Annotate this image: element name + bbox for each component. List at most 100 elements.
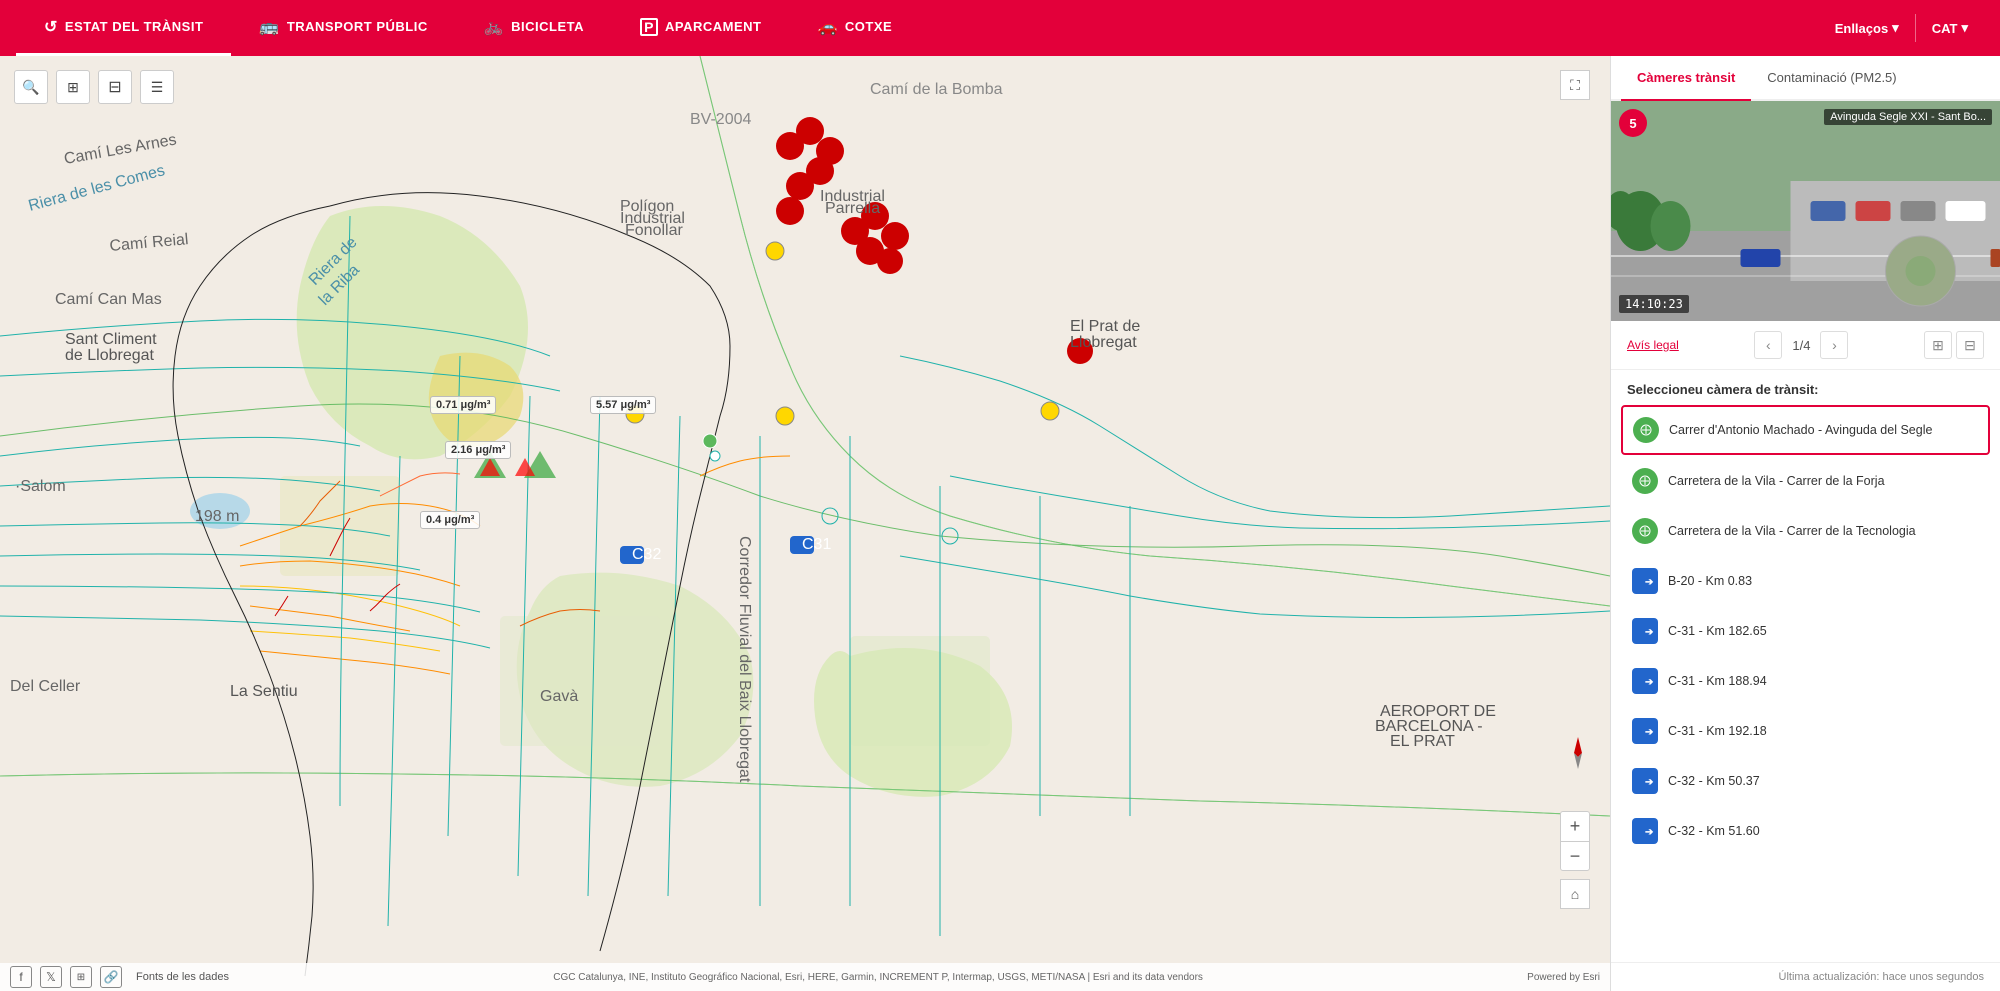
view-toggle: ⊞ ⊟ (1924, 331, 1984, 359)
transport-public-label: TRANSPORT PÚBLIC (287, 19, 428, 34)
camera-list-item[interactable]: Carretera de la Vila - Carrer de la Forj… (1621, 457, 1990, 505)
link-icon-button[interactable]: 🔗 (100, 966, 122, 988)
estat-transit-label: ESTAT DEL TRÀNSIT (65, 19, 204, 34)
camera-name: Carrer d'Antonio Machado - Avinguda del … (1669, 423, 1932, 437)
right-panel: › Càmeres trànsit Contaminació (PM2.5) (1610, 56, 2000, 991)
grid-tool-button[interactable]: ⊟ (98, 70, 132, 104)
links-label: Enllaços (1835, 21, 1888, 36)
camera-list-item[interactable]: ➔ C-31 - Km 182.65 (1621, 607, 1990, 655)
svg-text:➔: ➔ (1645, 727, 1654, 738)
camera-name: C-32 - Km 50.37 (1668, 774, 1760, 788)
status-bar: Última actualización: hace unos segundos (1611, 962, 2000, 991)
camera-name: C-31 - Km 182.65 (1668, 624, 1767, 638)
expand-icon: ⛶ (1570, 77, 1580, 94)
camera-name: Carretera de la Vila - Carrer de la Tecn… (1668, 524, 1916, 538)
nav-item-transport-public[interactable]: 🚌 TRANSPORT PÚBLIC (231, 0, 455, 56)
bicicleta-label: BICICLETA (511, 19, 584, 34)
svg-text:➔: ➔ (1645, 827, 1654, 838)
camera-list-item[interactable]: ➔ C-32 - Km 50.37 (1621, 757, 1990, 805)
svg-text:BV-2004: BV-2004 (690, 111, 751, 128)
page-indicator: 1/4 (1792, 338, 1810, 353)
social-icons: f 𝕏 ⊞ 🔗 Fonts de les dades (10, 966, 229, 988)
nav-item-aparcament[interactable]: P APARCAMENT (612, 0, 789, 56)
camera-select-label: Seleccioneu càmera de trànsit: (1627, 382, 1818, 397)
map-area[interactable]: C31 C32 Sant Climent de Llobregat El Pra… (0, 56, 1610, 991)
camera-list-item[interactable]: ➔ B-20 - Km 0.83 (1621, 557, 1990, 605)
svg-text:Parrella: Parrella (825, 200, 880, 217)
svg-text:➔: ➔ (1645, 677, 1654, 688)
camera-list-item[interactable]: Carretera de la Vila - Carrer de la Tecn… (1621, 507, 1990, 555)
pm-label-1: 0.71 μg/m³ (430, 396, 496, 414)
layers-tool-button[interactable]: ⊞ (56, 70, 90, 104)
nav-item-estat-transit[interactable]: ↺ ESTAT DEL TRÀNSIT (16, 0, 231, 56)
camera-list-item[interactable]: Carrer d'Antonio Machado - Avinguda del … (1621, 405, 1990, 455)
svg-text:Llobregat: Llobregat (1070, 334, 1137, 351)
tab-contamination[interactable]: Contaminació (PM2.5) (1751, 56, 1912, 101)
search-tool-button[interactable]: 🔍 (14, 70, 48, 104)
camera-select-section: Seleccioneu càmera de trànsit: (1611, 370, 2000, 405)
legend-icon: ☰ (151, 79, 164, 96)
camera-title: Avinguda Segle XXI - Sant Bo... (1824, 109, 1992, 125)
camera-list-item[interactable]: ➔ C-31 - Km 188.94 (1621, 657, 1990, 705)
camera-preview: 5 Avinguda Segle XXI - Sant Bo... 14:10:… (1611, 101, 2000, 321)
map-credits: CGC Catalunya, INE, Instituto Geográfico… (553, 972, 1203, 983)
pm-label-2: 5.57 μg/m³ (590, 396, 656, 414)
svg-text:Gavà: Gavà (540, 688, 578, 705)
next-page-button[interactable]: › (1820, 331, 1848, 359)
camera-name: B-20 - Km 0.83 (1668, 574, 1752, 588)
tab-cameras[interactable]: Càmeres trànsit (1621, 56, 1751, 101)
svg-text:Sant Climent: Sant Climent (65, 331, 157, 348)
compass (1566, 735, 1590, 771)
estat-transit-icon: ↺ (44, 17, 58, 37)
zoom-controls: + − (1560, 811, 1590, 871)
list-view-button[interactable]: ⊞ (1924, 331, 1952, 359)
nav-item-bicicleta[interactable]: 🚲 BICICLETA (456, 0, 612, 56)
topnav: ↺ ESTAT DEL TRÀNSIT 🚌 TRANSPORT PÚBLIC 🚲… (0, 0, 2000, 56)
qr-icon-button[interactable]: ⊞ (70, 966, 92, 988)
lang-chevron-icon: ▾ (1961, 20, 1968, 36)
home-button[interactable]: ⌂ (1560, 879, 1590, 909)
legend-tool-button[interactable]: ☰ (140, 70, 174, 104)
twitter-icon-button[interactable]: 𝕏 (40, 966, 62, 988)
grid-view-button[interactable]: ⊟ (1956, 331, 1984, 359)
powered-by: Powered by Esri (1527, 972, 1600, 983)
transport-public-icon: 🚌 (259, 17, 279, 37)
camera-logo: 5 (1619, 109, 1647, 137)
camera-timestamp: 14:10:23 (1619, 295, 1689, 313)
lang-label: CAT (1932, 21, 1958, 36)
layers-icon: ⊞ (67, 79, 79, 96)
facebook-icon-button[interactable]: f (10, 966, 32, 988)
svg-text:Camí Can Mas: Camí Can Mas (55, 291, 162, 308)
aparcament-label: APARCAMENT (665, 19, 761, 34)
camera-image (1611, 101, 2000, 321)
home-icon: ⌂ (1571, 886, 1579, 902)
svg-text:El Prat de: El Prat de (1070, 318, 1140, 335)
bicicleta-icon: 🚲 (484, 17, 504, 37)
zoom-in-button[interactable]: + (1560, 811, 1590, 841)
svg-text:➔: ➔ (1645, 627, 1654, 638)
legal-link[interactable]: Avís legal (1627, 338, 1679, 352)
nav-lang[interactable]: CAT ▾ (1916, 20, 1984, 36)
camera-list-item[interactable]: ➔ C-31 - Km 192.18 (1621, 707, 1990, 755)
search-icon: 🔍 (22, 79, 39, 96)
svg-text:Camí de la Bomba: Camí de la Bomba (870, 81, 1003, 98)
page-navigation: ‹ 1/4 › (1754, 331, 1848, 359)
camera-icon (1632, 518, 1658, 544)
camera-list-item[interactable]: ➔ C-32 - Km 51.60 (1621, 807, 1990, 855)
svg-text:·Salom: ·Salom (15, 478, 66, 495)
camera-name: C-32 - Km 51.60 (1668, 824, 1760, 838)
cotxe-icon: 🚗 (818, 17, 838, 37)
aparcament-icon: P (640, 18, 658, 36)
svg-text:EL PRAT: EL PRAT (1390, 733, 1455, 750)
main-layout: C31 C32 Sant Climent de Llobregat El Pra… (0, 56, 2000, 991)
fonts-label: Fonts de les dades (136, 971, 229, 983)
expand-button[interactable]: ⛶ (1560, 70, 1590, 100)
nav-links[interactable]: Enllaços ▾ (1819, 20, 1915, 36)
prev-page-button[interactable]: ‹ (1754, 331, 1782, 359)
zoom-out-button[interactable]: − (1560, 841, 1590, 871)
nav-item-cotxe[interactable]: 🚗 COTXE (790, 0, 921, 56)
svg-text:C31: C31 (802, 536, 831, 553)
status-text: Última actualización: hace unos segundos (1779, 971, 1984, 983)
camera-list[interactable]: Carrer d'Antonio Machado - Avinguda del … (1611, 405, 2000, 962)
camera-icon (1633, 417, 1659, 443)
